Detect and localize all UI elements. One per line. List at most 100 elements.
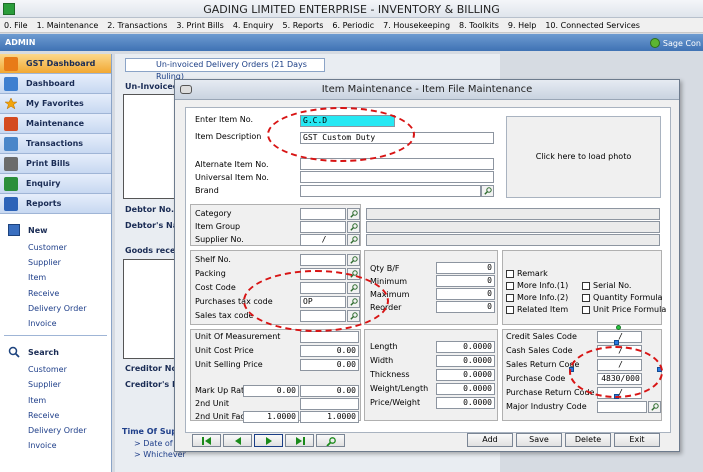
new-receive-link[interactable]: Receive	[0, 286, 111, 301]
markup-ratio-field-2[interactable]: 0.00	[300, 385, 359, 397]
uninvoiced-do-tab[interactable]: Un-invoiced Delivery Orders (21 Days Rul…	[125, 58, 325, 81]
supplier-no-field[interactable]: /	[300, 234, 346, 246]
menu-maintenance[interactable]: 1. Maintenance	[37, 21, 99, 30]
menu-toolkits[interactable]: 8. Toolkits	[459, 21, 499, 30]
packing-lookup-button[interactable]	[347, 268, 360, 280]
maximum-field[interactable]: 0	[436, 288, 495, 300]
item-description-field[interactable]: GST Custom Duty	[300, 132, 494, 144]
photo-placeholder[interactable]: Click here to load photo	[506, 116, 661, 198]
new-customer-link[interactable]: Customer	[0, 240, 111, 255]
price-weight-field[interactable]: 0.0000	[436, 397, 495, 409]
save-button[interactable]: Save	[516, 433, 562, 447]
universal-item-no-field[interactable]	[300, 171, 494, 183]
menu-enquiry[interactable]: 4. Enquiry	[233, 21, 274, 30]
menu-transactions[interactable]: 2. Transactions	[107, 21, 167, 30]
cash-sales-code-field[interactable]: /	[597, 345, 642, 357]
selection-handle[interactable]	[614, 340, 619, 345]
related-item-checkbox[interactable]	[506, 306, 514, 314]
packing-field[interactable]	[300, 268, 346, 280]
more-info-2-checkbox[interactable]	[506, 294, 514, 302]
purchase-return-code-field[interactable]: /	[597, 387, 642, 399]
second-unit-factor-field[interactable]: 1.0000	[243, 411, 299, 423]
new-supplier-link[interactable]: Supplier	[0, 255, 111, 270]
alternate-item-no-field[interactable]	[300, 158, 494, 170]
category-field[interactable]	[300, 208, 346, 220]
sidebar-item-print-bills[interactable]: Print Bills	[0, 154, 111, 174]
search-supplier-link[interactable]: Supplier	[0, 377, 111, 392]
sidebar-item-my-favorites[interactable]: My Favorites	[0, 94, 111, 114]
next-record-button[interactable]	[254, 434, 283, 447]
weight-length-field[interactable]: 0.0000	[436, 383, 495, 395]
unit-price-formula-checkbox[interactable]	[582, 306, 590, 314]
minimum-field[interactable]: 0	[436, 275, 495, 287]
search-item-link[interactable]: Item	[0, 393, 111, 408]
menu-connected-services[interactable]: 10. Connected Services	[545, 21, 640, 30]
delete-button[interactable]: Delete	[565, 433, 611, 447]
width-field[interactable]: 0.0000	[436, 355, 495, 367]
new-invoice-link[interactable]: Invoice	[0, 316, 111, 331]
reorder-field[interactable]: 0	[436, 301, 495, 313]
brand-field[interactable]	[300, 185, 481, 197]
sidebar-item-enquiry[interactable]: Enquiry	[0, 174, 111, 194]
search-receive-link[interactable]: Receive	[0, 408, 111, 423]
sidebar-item-reports[interactable]: Reports	[0, 194, 111, 214]
sidebar-item-maintenance[interactable]: Maintenance	[0, 114, 111, 134]
add-button[interactable]: Add	[467, 433, 513, 447]
purchases-tax-lookup-button[interactable]	[347, 296, 360, 308]
search-invoice-link[interactable]: Invoice	[0, 438, 111, 453]
sidebar-item-gst-dashboard[interactable]: GST Dashboard	[0, 54, 111, 74]
second-unit-field[interactable]	[300, 398, 359, 410]
qty-bf-field[interactable]: 0	[436, 262, 495, 274]
menu-help[interactable]: 9. Help	[508, 21, 536, 30]
length-field[interactable]: 0.0000	[436, 341, 495, 353]
search-record-button[interactable]	[316, 434, 345, 447]
menu-print-bills[interactable]: 3. Print Bills	[176, 21, 223, 30]
last-record-button[interactable]	[285, 434, 314, 447]
previous-record-button[interactable]	[223, 434, 252, 447]
thickness-field[interactable]: 0.0000	[436, 369, 495, 381]
item-group-lookup-button[interactable]	[347, 221, 360, 233]
major-industry-code-field[interactable]	[597, 401, 647, 413]
sidebar-item-dashboard[interactable]: Dashboard	[0, 74, 111, 94]
sidebar-item-transactions[interactable]: Transactions	[0, 134, 111, 154]
item-no-field[interactable]: G.C.D	[300, 115, 395, 127]
sales-return-code-field[interactable]: /	[597, 359, 642, 371]
sales-tax-lookup-button[interactable]	[347, 310, 360, 322]
serial-no-checkbox[interactable]	[582, 282, 590, 290]
cost-code-lookup-button[interactable]	[347, 282, 360, 294]
purchases-tax-code-field[interactable]: OP	[300, 296, 346, 308]
search-customer-link[interactable]: Customer	[0, 362, 111, 377]
unit-cost-price-field[interactable]: 0.00	[300, 345, 359, 357]
menu-periodic[interactable]: 6. Periodic	[332, 21, 374, 30]
shelf-lookup-button[interactable]	[347, 254, 360, 266]
brand-lookup-button[interactable]	[481, 185, 494, 197]
search-delivery-order-link[interactable]: Delivery Order	[0, 423, 111, 438]
second-unit-factor-field-2[interactable]: 1.0000	[300, 411, 359, 423]
remark-checkbox[interactable]	[506, 270, 514, 278]
major-industry-lookup-button[interactable]	[648, 401, 661, 413]
unit-selling-price-field[interactable]: 0.00	[300, 359, 359, 371]
unit-of-measurement-field[interactable]	[300, 331, 359, 343]
selection-handle[interactable]	[614, 394, 619, 399]
markup-ratio-field[interactable]: 0.00	[243, 385, 299, 397]
supplier-lookup-button[interactable]	[347, 234, 360, 246]
more-info-1-checkbox[interactable]	[506, 282, 514, 290]
exit-button[interactable]: Exit	[614, 433, 660, 447]
first-record-button[interactable]	[192, 434, 221, 447]
new-delivery-order-link[interactable]: Delivery Order	[0, 301, 111, 316]
sage-connect[interactable]: Sage Con	[649, 38, 701, 48]
purchase-code-field[interactable]: 4830/000	[597, 373, 642, 385]
cost-code-field[interactable]	[300, 282, 346, 294]
selection-handle[interactable]	[657, 367, 662, 372]
credit-sales-code-field[interactable]: /	[597, 331, 642, 343]
menu-housekeeping[interactable]: 7. Housekeeping	[383, 21, 450, 30]
menu-reports[interactable]: 5. Reports	[283, 21, 324, 30]
quantity-formula-checkbox[interactable]	[582, 294, 590, 302]
selection-handle[interactable]	[616, 325, 621, 330]
new-item-link[interactable]: Item	[0, 270, 111, 285]
menu-file[interactable]: 0. File	[4, 21, 28, 30]
item-group-field[interactable]	[300, 221, 346, 233]
sales-tax-code-field[interactable]	[300, 310, 346, 322]
shelf-no-field[interactable]	[300, 254, 346, 266]
category-lookup-button[interactable]	[347, 208, 360, 220]
